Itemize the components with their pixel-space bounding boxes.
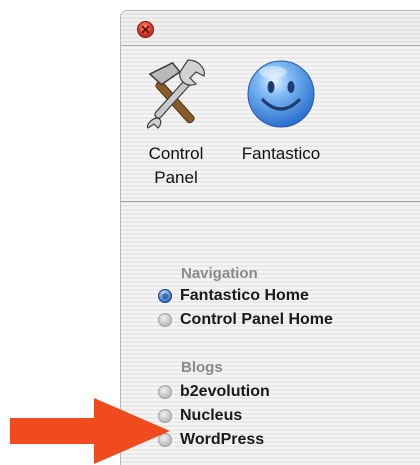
nav-item-wordpress[interactable]: WordPress	[158, 429, 264, 451]
radio-selected-icon	[158, 289, 172, 303]
nav-item-fantastico-home[interactable]: Fantastico Home	[158, 285, 309, 307]
pointer-arrow-icon	[10, 398, 170, 464]
smiley-icon	[245, 58, 317, 130]
nav-item-label: Nucleus	[180, 407, 243, 424]
nav-item-control-panel-home[interactable]: Control Panel Home	[158, 309, 333, 331]
nav-item-label: Control Panel Home	[180, 311, 333, 328]
screenshot-stage: Control Panel Fantastico Navigation Fant…	[0, 0, 420, 465]
control-panel-label-line2: Panel	[154, 168, 198, 187]
nav-item-nucleus[interactable]: Nucleus	[158, 405, 242, 427]
navigation-section-title: Navigation	[181, 265, 258, 282]
control-panel-label-line1: Control	[148, 144, 204, 163]
fantastico-button[interactable]: Fantastico	[229, 58, 333, 166]
control-panel-button[interactable]: Control Panel	[135, 58, 217, 190]
toolbar: Control Panel Fantastico	[121, 46, 420, 202]
close-button[interactable]	[137, 21, 154, 38]
nav-item-label: WordPress	[180, 431, 265, 448]
tools-icon	[140, 58, 212, 130]
radio-icon	[158, 385, 172, 399]
close-icon	[141, 25, 150, 34]
blogs-section-title: Blogs	[181, 359, 223, 376]
nav-item-label: Fantastico Home	[180, 287, 309, 304]
radio-icon	[158, 313, 172, 327]
fantastico-window: Control Panel Fantastico Navigation Fant…	[120, 10, 420, 465]
fantastico-label: Fantastico	[241, 144, 321, 163]
nav-item-label: b2evolution	[180, 383, 270, 400]
title-bar	[121, 11, 420, 46]
nav-item-b2evolution[interactable]: b2evolution	[158, 381, 270, 403]
